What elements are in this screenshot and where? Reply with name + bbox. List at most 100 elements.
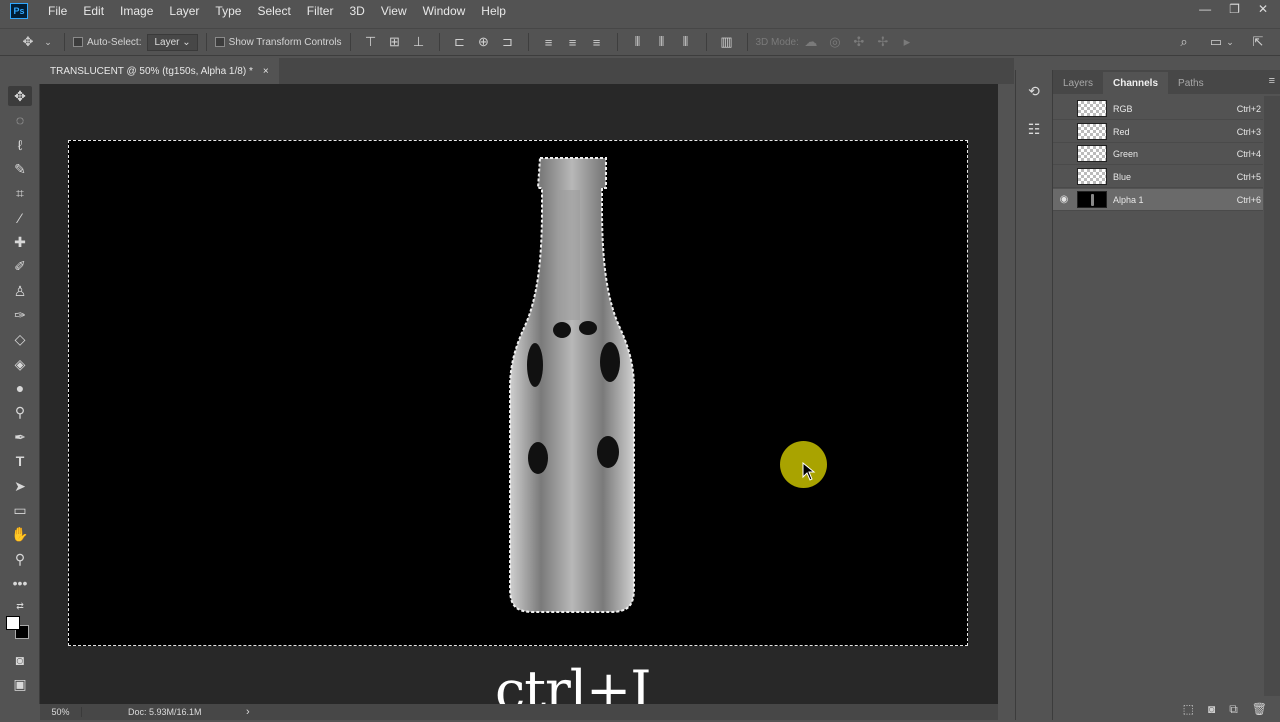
restore-button[interactable]: ❐ bbox=[1229, 2, 1240, 16]
crop-tool-icon[interactable]: ⌗ bbox=[8, 183, 32, 203]
channel-shortcut: Ctrl+3 bbox=[1236, 126, 1261, 137]
zoom-level[interactable]: 50% bbox=[40, 707, 82, 717]
channel-shortcut: Ctrl+4 bbox=[1236, 148, 1261, 159]
foreground-color-swatch[interactable] bbox=[6, 616, 20, 630]
share-icon[interactable]: ⇱ bbox=[1250, 34, 1266, 50]
paint-bucket-tool-icon[interactable]: ◈ bbox=[8, 354, 32, 374]
channel-row-rgb[interactable]: RGB Ctrl+2 bbox=[1053, 98, 1263, 120]
zoom-tool-icon[interactable]: ⚲ bbox=[8, 549, 32, 569]
document-tab[interactable]: TRANSLUCENT @ 50% (tg150s, Alpha 1/8) * … bbox=[40, 58, 279, 84]
close-window-button[interactable]: ✕ bbox=[1258, 2, 1268, 16]
move-tool-icon[interactable]: ✥ bbox=[8, 86, 32, 106]
eye-icon[interactable]: ◉ bbox=[1053, 194, 1075, 205]
separator bbox=[527, 33, 529, 51]
quick-select-tool-icon[interactable]: ✎ bbox=[8, 159, 32, 179]
3d-orbit-icon[interactable]: ☁ bbox=[803, 34, 819, 50]
separator bbox=[64, 33, 65, 51]
channel-name: Red bbox=[1113, 126, 1130, 137]
workspace-chevron-icon[interactable]: ⌄ bbox=[1222, 34, 1238, 50]
delete-channel-icon[interactable]: 🗑 bbox=[1252, 702, 1267, 716]
align-hcenter-icon[interactable]: ⊕ bbox=[476, 34, 492, 50]
more-tools-icon[interactable]: ••• bbox=[8, 573, 32, 593]
channel-row-alpha-1[interactable]: ◉ Alpha 1 Ctrl+6 bbox=[1053, 189, 1263, 211]
menu-edit[interactable]: Edit bbox=[75, 4, 112, 18]
search-icon[interactable]: ⌕ bbox=[1176, 34, 1192, 50]
align-right-icon[interactable]: ⊐ bbox=[500, 34, 516, 50]
align-vcenter-icon[interactable]: ⊞ bbox=[387, 34, 403, 50]
show-transform-label: Show Transform Controls bbox=[228, 36, 342, 48]
panel-menu-icon[interactable]: ≡ bbox=[1269, 75, 1275, 87]
menu-window[interactable]: Window bbox=[415, 4, 474, 18]
menu-view[interactable]: View bbox=[373, 4, 415, 18]
selection-marquee bbox=[68, 140, 968, 646]
3d-drag-icon[interactable]: ✣ bbox=[851, 34, 867, 50]
lasso-tool-icon[interactable]: ℓ bbox=[8, 135, 32, 155]
eyedropper-tool-icon[interactable]: ⁄ bbox=[8, 208, 32, 228]
status-menu-arrow-icon[interactable]: › bbox=[242, 706, 250, 718]
channel-thumbnail bbox=[1077, 123, 1107, 140]
pen-tool-icon[interactable]: ✒ bbox=[8, 427, 32, 447]
screen-mode-icon[interactable]: ▣ bbox=[8, 674, 32, 694]
separator bbox=[438, 33, 440, 51]
auto-select-target-dropdown[interactable]: Layer ⌄ bbox=[147, 33, 198, 51]
distribute-left-icon[interactable]: ⫴ bbox=[630, 34, 646, 50]
tab-channels[interactable]: Channels bbox=[1103, 72, 1169, 94]
distribute-bottom-icon[interactable]: ≡ bbox=[589, 34, 605, 50]
tab-layers[interactable]: Layers bbox=[1053, 72, 1103, 94]
menu-file[interactable]: File bbox=[40, 4, 75, 18]
panel-scrollbar[interactable] bbox=[1264, 96, 1280, 696]
menu-filter[interactable]: Filter bbox=[299, 4, 342, 18]
show-transform-checkbox[interactable] bbox=[214, 37, 225, 47]
move-tool-icon[interactable]: ✥ bbox=[20, 34, 36, 50]
rectangle-tool-icon[interactable]: ▭ bbox=[8, 500, 32, 520]
align-left-icon[interactable]: ⊏ bbox=[452, 34, 468, 50]
distribute-right-icon[interactable]: ⫴ bbox=[678, 34, 694, 50]
canvas-area[interactable]: ctrl+I bbox=[40, 84, 998, 722]
path-selection-tool-icon[interactable]: ➤ bbox=[8, 476, 32, 496]
distribute-hcenter-icon[interactable]: ⫴ bbox=[654, 34, 670, 50]
properties-panel-icon[interactable]: ☷ bbox=[1025, 120, 1043, 138]
quick-mask-icon[interactable]: ◙ bbox=[8, 650, 32, 670]
tools-panel: ✥ ◌ ℓ ✎ ⌗ ⁄ ✚ ✐ ♙ ✑ ◇ ◈ ● ⚲ ✒ T ➤ ▭ ✋ ⚲ … bbox=[0, 84, 40, 704]
align-top-icon[interactable]: ⊤ bbox=[363, 34, 379, 50]
channel-row-blue[interactable]: Blue Ctrl+5 bbox=[1053, 166, 1263, 188]
new-channel-icon[interactable]: ⧉ bbox=[1229, 702, 1238, 717]
clone-stamp-tool-icon[interactable]: ♙ bbox=[8, 281, 32, 301]
tool-preset-chevron-icon[interactable]: ⌄ bbox=[40, 34, 56, 50]
history-panel-icon[interactable]: ⟲ bbox=[1025, 82, 1043, 100]
minimize-button[interactable]: — bbox=[1199, 2, 1211, 16]
menu-layer[interactable]: Layer bbox=[161, 4, 207, 18]
menu-type[interactable]: Type bbox=[207, 4, 249, 18]
auto-select-checkbox[interactable] bbox=[73, 37, 83, 47]
load-selection-icon[interactable]: ⬚ bbox=[1183, 702, 1194, 716]
3d-slide-icon[interactable]: ✢ bbox=[875, 34, 891, 50]
separator bbox=[616, 33, 618, 51]
swap-colors-icon[interactable]: ⇄ bbox=[8, 596, 32, 616]
healing-brush-tool-icon[interactable]: ✚ bbox=[8, 232, 32, 252]
close-document-icon[interactable]: × bbox=[263, 66, 269, 77]
menu-help[interactable]: Help bbox=[473, 4, 514, 18]
save-selection-icon[interactable]: ◙ bbox=[1208, 702, 1215, 716]
blur-tool-icon[interactable]: ● bbox=[8, 378, 32, 398]
history-brush-tool-icon[interactable]: ✑ bbox=[8, 305, 32, 325]
marquee-tool-icon[interactable]: ◌ bbox=[8, 110, 32, 130]
panel-footer: ⬚ ◙ ⧉ 🗑 bbox=[1053, 698, 1280, 720]
dodge-tool-icon[interactable]: ⚲ bbox=[8, 402, 32, 422]
brush-tool-icon[interactable]: ✐ bbox=[8, 256, 32, 276]
channel-row-red[interactable]: Red Ctrl+3 bbox=[1053, 121, 1263, 143]
tab-paths[interactable]: Paths bbox=[1168, 72, 1214, 94]
align-bottom-icon[interactable]: ⊥ bbox=[411, 34, 427, 50]
auto-align-icon[interactable]: ▥ bbox=[719, 34, 735, 50]
eraser-tool-icon[interactable]: ◇ bbox=[8, 329, 32, 349]
channel-row-green[interactable]: Green Ctrl+4 bbox=[1053, 143, 1263, 165]
menu-3d[interactable]: 3D bbox=[341, 4, 372, 18]
distribute-top-icon[interactable]: ≡ bbox=[541, 34, 557, 50]
distribute-vcenter-icon[interactable]: ≡ bbox=[565, 34, 581, 50]
menu-image[interactable]: Image bbox=[112, 4, 161, 18]
type-tool-icon[interactable]: T bbox=[8, 451, 32, 471]
menu-select[interactable]: Select bbox=[249, 4, 298, 18]
hand-tool-icon[interactable]: ✋ bbox=[8, 524, 32, 544]
3d-mode-label: 3D Mode: bbox=[755, 36, 799, 48]
3d-scale-icon[interactable]: ▸ bbox=[899, 34, 915, 50]
3d-roll-icon[interactable]: ◎ bbox=[827, 34, 843, 50]
